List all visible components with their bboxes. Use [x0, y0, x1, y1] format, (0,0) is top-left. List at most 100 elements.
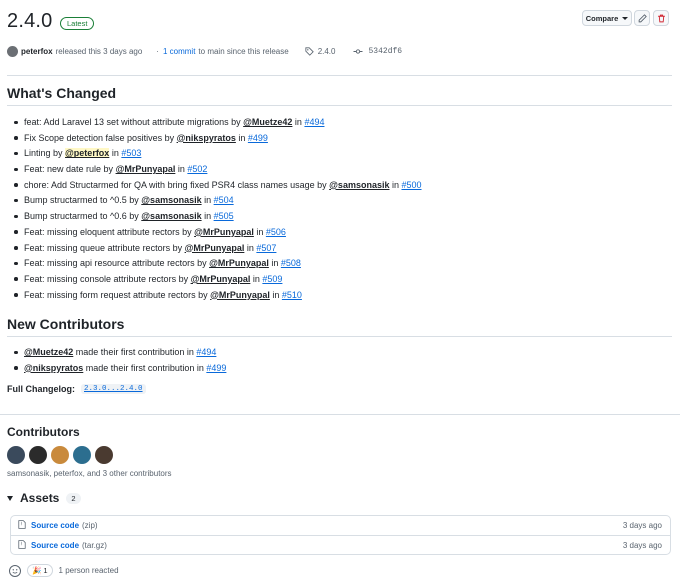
git-commit-icon — [353, 48, 363, 54]
user-mention-link[interactable]: @MrPunyapal — [116, 164, 176, 174]
whats-changed-heading: What's Changed — [7, 85, 117, 101]
pull-request-link[interactable]: #503 — [121, 148, 141, 158]
user-mention-link[interactable]: @MrPunyapal — [194, 227, 254, 237]
change-item: Feat: missing console attribute rectors … — [14, 273, 422, 289]
file-zip-icon — [18, 520, 26, 531]
pull-request-link[interactable]: #509 — [262, 274, 282, 284]
change-text: Feat: missing api resource attribute rec… — [24, 258, 210, 269]
changelog-compare-link[interactable]: 2.3.0...2.4.0 — [81, 384, 146, 394]
contributor-avatar[interactable] — [29, 446, 47, 464]
party-popper-icon: 🎉 — [32, 566, 42, 575]
smiley-icon[interactable] — [9, 564, 21, 577]
contribution-text: made their first contribution in — [83, 362, 207, 373]
change-in-text: in — [201, 195, 214, 206]
asset-download-link[interactable]: Source code — [31, 541, 79, 550]
pull-request-link[interactable]: #502 — [187, 164, 207, 174]
change-item: Feat: missing form request attribute rec… — [14, 289, 422, 305]
release-header: 2.4.0 Latest Compare — [7, 10, 672, 36]
change-text: Linting by — [24, 148, 66, 159]
asset-extension: (zip) — [82, 521, 98, 530]
author-avatar[interactable] — [7, 45, 18, 57]
reactions-bar: 🎉 1 1 person reacted — [9, 564, 119, 577]
change-text: Feat: missing eloquent attribute rectors… — [24, 226, 195, 237]
contributor-avatar[interactable] — [73, 446, 91, 464]
asset-row: Source code (tar.gz) 3 days ago — [11, 535, 670, 554]
commits-link[interactable]: 1 commit — [163, 47, 195, 56]
pull-request-link[interactable]: #500 — [401, 180, 421, 190]
change-text: Fix Scope detection false positives by — [24, 132, 177, 143]
change-item: Feat: missing queue attribute rectors by… — [14, 242, 422, 258]
change-in-text: in — [253, 226, 266, 237]
tag-link[interactable]: 2.4.0 — [318, 47, 336, 56]
user-mention-link[interactable]: @samsonasik — [141, 195, 201, 205]
change-in-text: in — [244, 242, 257, 253]
latest-badge: Latest — [60, 17, 95, 30]
change-in-text: in — [235, 132, 248, 143]
edit-release-button[interactable] — [634, 10, 650, 26]
caret-down-icon — [622, 16, 629, 20]
user-mention-link[interactable]: @Muetze42 — [24, 347, 73, 357]
reaction-hooray-button[interactable]: 🎉 1 — [27, 564, 53, 577]
pull-request-link[interactable]: #505 — [214, 211, 234, 221]
change-in-text: in — [292, 117, 305, 127]
user-mention-link[interactable]: @nikspyratos — [177, 133, 236, 143]
assets-toggle[interactable]: Assets 2 — [7, 491, 81, 505]
user-mention-link[interactable]: @samsonasik — [329, 180, 389, 190]
user-mention-link[interactable]: @MrPunyapal — [185, 243, 245, 253]
contributor-avatar[interactable] — [7, 446, 25, 464]
change-text: Bump structarmed to ^0.5 by — [24, 195, 142, 206]
change-item: Fix Scope detection false positives by @… — [14, 132, 422, 148]
user-mention-link[interactable]: @MrPunyapal — [209, 258, 269, 268]
pull-request-link[interactable]: #499 — [248, 133, 268, 143]
change-text: Bump structarmed to ^0.6 by — [24, 211, 142, 222]
contribution-text: made their first contribution in — [73, 347, 197, 357]
assets-heading: Assets — [20, 491, 60, 505]
new-contributors-heading: New Contributors — [7, 316, 125, 332]
user-mention-link[interactable]: @samsonasik — [141, 211, 201, 221]
user-mention-link[interactable]: @nikspyratos — [24, 363, 83, 373]
user-mention-link[interactable]: @peterfox — [65, 148, 110, 159]
change-item: Linting by @peterfox in #503 — [14, 147, 422, 163]
pull-request-link[interactable]: #494 — [304, 117, 324, 127]
change-text: feat: Add Laravel 13 set without attribu… — [24, 117, 244, 127]
change-text: Feat: new date rule by — [24, 164, 116, 175]
asset-row: Source code (zip) 3 days ago — [11, 516, 670, 535]
change-item: Feat: missing api resource attribute rec… — [14, 257, 422, 273]
pull-request-link[interactable]: #494 — [196, 347, 216, 357]
pull-request-link[interactable]: #507 — [256, 243, 276, 253]
user-mention-link[interactable]: @MrPunyapal — [210, 290, 270, 300]
delete-release-button[interactable] — [653, 10, 669, 26]
full-changelog: Full Changelog: 2.3.0...2.4.0 — [7, 384, 146, 394]
release-title: 2.4.0 — [7, 10, 53, 32]
pull-request-link[interactable]: #504 — [214, 195, 234, 205]
change-item: Feat: missing eloquent attribute rectors… — [14, 226, 422, 242]
change-text: chore: Add Structarmed for QA with bring… — [24, 179, 330, 190]
triangle-down-icon — [7, 495, 13, 501]
change-text: Feat: missing console attribute rectors … — [24, 273, 191, 284]
asset-date: 3 days ago — [622, 521, 662, 530]
user-mention-link[interactable]: @Muetze42 — [243, 117, 292, 127]
change-text: Feat: missing form request attribute rec… — [24, 289, 211, 300]
commit-sha-link[interactable]: 5342df6 — [368, 47, 402, 56]
pencil-icon — [638, 13, 647, 22]
released-text: released this 3 days ago — [55, 46, 143, 56]
compare-button[interactable]: Compare — [582, 10, 632, 26]
divider — [7, 336, 672, 337]
change-in-text: in — [250, 273, 263, 284]
asset-download-link[interactable]: Source code — [31, 521, 79, 530]
contributor-avatar[interactable] — [51, 446, 69, 464]
tag-icon — [305, 46, 314, 56]
pull-request-link[interactable]: #510 — [282, 290, 302, 300]
changes-list: feat: Add Laravel 13 set without attribu… — [14, 116, 422, 305]
user-mention-link[interactable]: @MrPunyapal — [191, 274, 251, 284]
contributor-avatar[interactable] — [95, 446, 113, 464]
pull-request-link[interactable]: #499 — [206, 363, 226, 373]
asset-date: 3 days ago — [622, 540, 662, 550]
pull-request-link[interactable]: #508 — [281, 258, 301, 268]
author-link[interactable]: peterfox — [21, 47, 53, 56]
change-item: chore: Add Structarmed for QA with bring… — [14, 179, 422, 195]
pull-request-link[interactable]: #506 — [266, 227, 286, 237]
release-meta: peterfox released this 3 days ago · 1 co… — [7, 44, 402, 58]
change-in-text: in — [269, 289, 282, 300]
change-in-text: in — [268, 258, 281, 269]
